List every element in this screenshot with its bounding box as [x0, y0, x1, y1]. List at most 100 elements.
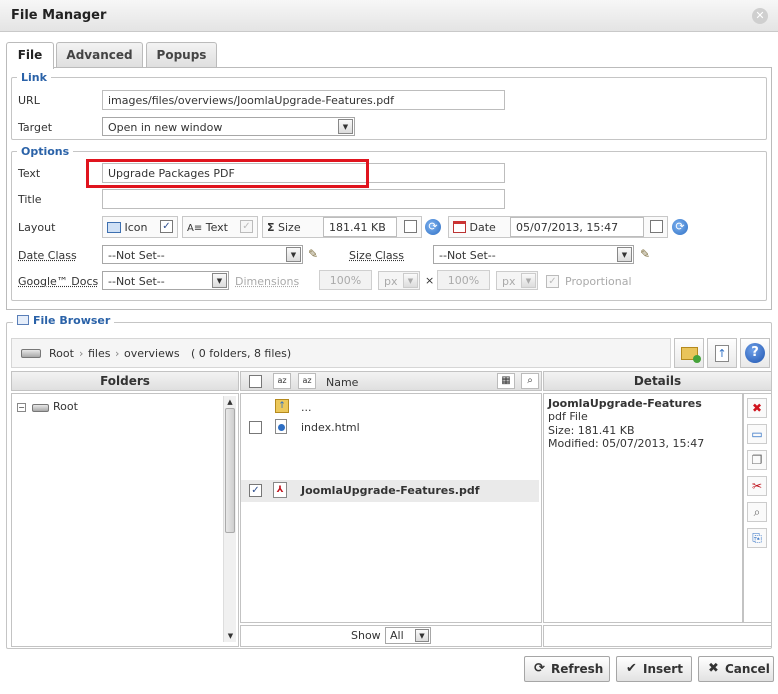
chevron-down-icon: ▼ [338, 119, 353, 134]
calendar-icon [453, 221, 466, 233]
show-label: Show [351, 629, 381, 642]
layout-size-checkbox[interactable] [404, 220, 417, 233]
cut-icon[interactable]: ✂ [747, 476, 767, 496]
insert-button[interactable]: ✔ Insert [616, 656, 692, 682]
chevron-down-icon: ▼ [521, 273, 536, 288]
breadcrumb-overviews[interactable]: overviews [124, 347, 180, 360]
help-icon: ? [745, 343, 765, 363]
folders-scrollbar[interactable]: ▲ ▼ [223, 396, 236, 642]
tree-root-label[interactable]: Root [53, 400, 78, 413]
options-legend: Options [17, 145, 74, 158]
text-label: Text [18, 167, 41, 180]
layout-date-label: Date [469, 221, 496, 234]
layout-icon-checkbox[interactable]: ✓ [160, 220, 173, 233]
upload-icon: ↑ [715, 345, 729, 362]
show-select[interactable]: All ▼ [385, 627, 431, 644]
times-sign: × [425, 274, 435, 287]
select-all-checkbox[interactable] [249, 375, 262, 388]
collapse-icon[interactable]: − [17, 403, 26, 412]
details-pane: JoomlaUpgrade-Features pdf File Size: 18… [543, 393, 743, 623]
delete-icon[interactable]: ✖ [747, 398, 767, 418]
tab-advanced[interactable]: Advanced [56, 42, 143, 68]
refresh-icon: ⟳ [534, 661, 545, 676]
height-input[interactable]: 100% [437, 270, 490, 290]
layout-text-checkbox[interactable]: ✓ [240, 220, 253, 233]
breadcrumb-files[interactable]: files [88, 347, 110, 360]
name-header[interactable]: Name [326, 374, 358, 392]
drive-icon [21, 349, 41, 358]
html-file-icon [275, 419, 287, 434]
scroll-thumb[interactable] [225, 408, 235, 533]
pencil-icon[interactable]: ✎ [640, 247, 654, 261]
file-checkbox[interactable] [249, 421, 262, 434]
sort-type-icon[interactable]: az [273, 373, 291, 389]
list-item[interactable]: index.html [241, 417, 539, 439]
details-footer [543, 625, 772, 647]
drive-icon [32, 404, 49, 412]
layout-icon-label: Icon [124, 221, 148, 234]
refresh-icon[interactable]: ⟳ [672, 219, 688, 235]
rename-icon[interactable]: ▭ [747, 424, 767, 444]
close-icon[interactable]: ✕ [752, 8, 768, 24]
list-item[interactable]: ↑ ... [241, 396, 539, 418]
date-class-select[interactable]: --Not Set-- ▼ [102, 245, 303, 264]
details-header: Details [543, 371, 772, 391]
folder-count: ( 0 folders, 8 files) [191, 347, 292, 360]
show-bar: Show All ▼ [240, 625, 542, 647]
breadcrumb-root[interactable]: Root [49, 347, 74, 360]
layout-label: Layout [18, 221, 56, 234]
date-value-input[interactable]: 05/07/2013, 15:47 [510, 217, 644, 237]
details-file-name: JoomlaUpgrade-Features [548, 397, 702, 410]
file-name: ... [301, 401, 312, 414]
proportional-checkbox[interactable]: ✓ [546, 275, 559, 288]
refresh-button[interactable]: ⟳ Refresh [524, 656, 610, 682]
details-file-type: pdf File [548, 410, 588, 423]
refresh-icon[interactable]: ⟳ [425, 219, 441, 235]
width-input[interactable]: 100% [319, 270, 372, 290]
width-unit-value: px [384, 275, 398, 288]
pencil-icon[interactable]: ✎ [308, 247, 322, 261]
cancel-button[interactable]: ✖ Cancel [698, 656, 774, 682]
list-item[interactable]: ✓ ⅄ JoomlaUpgrade-Features.pdf [241, 480, 539, 502]
cancel-button-label: Cancel [725, 662, 770, 676]
url-input[interactable]: images/files/overviews/JoomlaUpgrade-Fea… [102, 90, 505, 110]
size-value-input[interactable]: 181.41 KB [323, 217, 397, 237]
tab-file[interactable]: File [6, 42, 54, 69]
paste-icon[interactable]: ⎘ [747, 528, 767, 548]
google-docs-label: Google™ Docs [18, 275, 99, 288]
new-folder-icon [680, 347, 701, 363]
height-unit-select[interactable]: px ▼ [496, 271, 538, 290]
scroll-down-icon[interactable]: ▼ [224, 630, 237, 642]
google-docs-select[interactable]: --Not Set-- ▼ [102, 271, 229, 290]
show-select-value: All [390, 629, 404, 642]
copy-icon[interactable]: ❐ [747, 450, 767, 470]
upload-button[interactable]: ↑ [707, 338, 737, 368]
details-view-icon[interactable]: ▦ [497, 373, 515, 389]
text-highlight [86, 159, 369, 188]
dimensions-label: Dimensions [235, 275, 300, 288]
layout-text-label: Text [205, 221, 228, 234]
size-class-value: --Not Set-- [439, 249, 496, 262]
file-name: JoomlaUpgrade-Features.pdf [301, 484, 480, 497]
layout-date-checkbox[interactable] [650, 220, 663, 233]
url-label: URL [18, 94, 40, 107]
help-button[interactable]: ? [740, 338, 770, 368]
new-folder-button[interactable] [674, 338, 704, 368]
sigma-icon: Σ [267, 221, 275, 234]
file-checkbox[interactable]: ✓ [249, 484, 262, 497]
close-icon: ✖ [708, 661, 719, 676]
sort-extension-icon[interactable]: az [298, 373, 316, 389]
scroll-up-icon[interactable]: ▲ [224, 396, 236, 408]
breadcrumb-sep: › [115, 347, 120, 360]
tab-popups[interactable]: Popups [146, 42, 217, 68]
window-titlebar: File Manager ✕ [0, 0, 778, 32]
details-modified: Modified: 05/07/2013, 15:47 [548, 437, 705, 450]
file-browser-legend: File Browser [13, 314, 115, 327]
target-select-value: Open in new window [108, 121, 223, 134]
search-icon[interactable]: ⌕ [521, 373, 539, 389]
title-input[interactable] [102, 189, 505, 209]
zoom-icon[interactable]: ⌕ [747, 502, 767, 522]
width-unit-select[interactable]: px ▼ [378, 271, 420, 290]
target-select[interactable]: Open in new window ▼ [102, 117, 355, 136]
size-class-select[interactable]: --Not Set-- ▼ [433, 245, 634, 264]
